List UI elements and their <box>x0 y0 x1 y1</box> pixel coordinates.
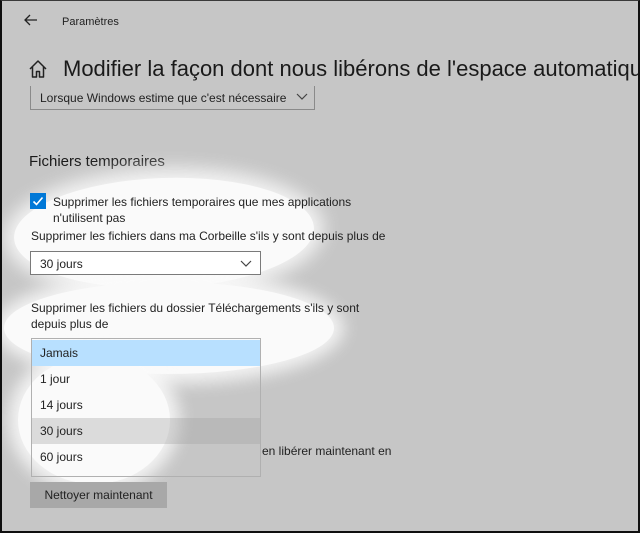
dropdown-option[interactable]: 14 jours <box>32 392 260 418</box>
recycle-bin-label: Supprimer les fichiers dans ma Corbeille… <box>31 229 386 243</box>
run-frequency-value: Lorsque Windows estime que c'est nécessa… <box>40 91 287 105</box>
dropdown-option[interactable]: 1 jour <box>32 366 260 392</box>
recycle-bin-value: 30 jours <box>40 257 83 271</box>
checkmark-icon <box>32 196 44 206</box>
free-now-description: en libérer maintenant en <box>262 444 392 458</box>
dropdown-option[interactable]: 60 jours <box>32 444 260 470</box>
section-title: Fichiers temporaires <box>29 153 165 170</box>
dropdown-option[interactable]: Jamais <box>32 340 260 366</box>
back-arrow-icon[interactable] <box>22 12 40 30</box>
temp-files-checkbox[interactable] <box>30 193 46 209</box>
dropdown-option[interactable]: 30 jours <box>32 418 260 444</box>
recycle-bin-dropdown[interactable]: 30 jours <box>30 251 261 275</box>
page-title: Modifier la façon dont nous libérons de … <box>63 56 640 81</box>
chevron-down-icon <box>296 93 308 100</box>
downloads-dropdown-list: Jamais 1 jour 14 jours 30 jours 60 jours <box>31 338 261 477</box>
run-frequency-dropdown[interactable]: Lorsque Windows estime que c'est nécessa… <box>30 86 315 110</box>
app-title: Paramètres <box>62 16 119 28</box>
chevron-down-icon <box>240 260 252 267</box>
temp-files-checkbox-label: Supprimer les fichiers temporaires que m… <box>53 195 352 225</box>
home-icon[interactable] <box>28 59 48 79</box>
downloads-label: Supprimer les fichiers du dossier Téléch… <box>31 301 360 331</box>
title-bar: Paramètres <box>0 0 640 44</box>
clean-now-button[interactable]: Nettoyer maintenant <box>30 482 167 508</box>
